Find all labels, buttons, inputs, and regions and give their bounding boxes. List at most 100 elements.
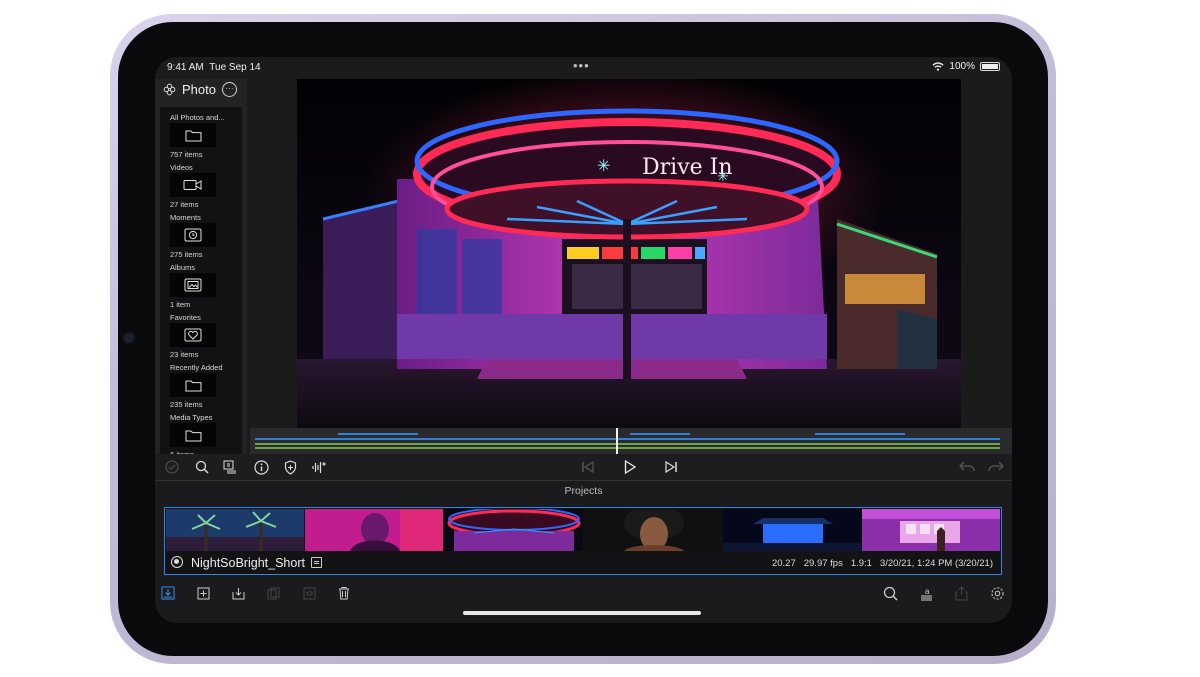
- thumbnail-building-pink: [861, 509, 1002, 551]
- checkmark-button[interactable]: [163, 458, 181, 476]
- project-dates: 3/20/21, 1:24 PM (3/20/21): [879, 558, 993, 569]
- folder-icon: [185, 130, 201, 141]
- sidebar-item-all-photos[interactable]: All Photos and... 757 items: [170, 113, 240, 161]
- search-icon: [195, 460, 209, 474]
- drive-in-video-frame: Drive In ✳ ✳: [297, 79, 961, 428]
- sidebar-header: Photo ···: [163, 82, 237, 97]
- divider: [155, 480, 1012, 481]
- project-card[interactable]: NightSoBright_Short 20.27 29.97 fps 1.9:…: [164, 507, 1002, 575]
- notes-icon[interactable]: [311, 557, 322, 568]
- sidebar-item-favorites[interactable]: Favorites 23 items: [170, 313, 240, 361]
- sidebar-item-albums[interactable]: Albums 1 item: [170, 263, 240, 311]
- sidebar-item-moments[interactable]: Moments 275 items: [170, 213, 240, 261]
- play-icon: [624, 460, 636, 474]
- project-name: NightSoBright_Short: [191, 556, 305, 570]
- search-button[interactable]: [193, 458, 211, 476]
- search-icon: [883, 586, 898, 601]
- skip-back-icon: [582, 461, 594, 473]
- project-aspect: 1.9:1: [850, 558, 872, 569]
- settings-button[interactable]: [989, 585, 1005, 601]
- home-indicator[interactable]: [463, 611, 701, 615]
- gear-icon: [990, 586, 1004, 600]
- list-icon: [223, 460, 236, 474]
- sign-star-icon: ✳: [717, 168, 729, 184]
- status-right: 100%: [932, 61, 1000, 72]
- folder-icon: [185, 380, 201, 391]
- download-icon: [232, 587, 244, 599]
- plus-square-icon: [197, 587, 209, 599]
- share-icon: [955, 585, 967, 600]
- archive-icon: [303, 587, 315, 599]
- duplicate-button[interactable]: [265, 585, 281, 601]
- info-icon: [253, 459, 269, 475]
- wifi-icon: [932, 62, 944, 71]
- sidebar-item-videos[interactable]: Videos 27 items: [170, 163, 240, 211]
- undo-button[interactable]: [958, 458, 976, 476]
- album-icon: [184, 278, 202, 292]
- list-view-button[interactable]: [221, 458, 239, 476]
- status-bar: 9:41 AM Tue Sep 14 ••• 100%: [155, 57, 1012, 79]
- project-select-radio[interactable]: [171, 556, 183, 568]
- share-button[interactable]: [953, 585, 969, 601]
- video-viewer[interactable]: Drive In ✳ ✳: [250, 79, 1012, 428]
- audio-effect-button[interactable]: [310, 458, 328, 476]
- info-button[interactable]: [252, 458, 270, 476]
- delete-button[interactable]: [336, 585, 352, 601]
- photos-flower-icon: [163, 83, 176, 96]
- thumbnail-palm-trees: [166, 509, 306, 551]
- sidebar-item-recently-added[interactable]: Recently Added 235 items: [170, 363, 240, 411]
- import-icon: [161, 586, 175, 600]
- folder-icon: [185, 430, 201, 441]
- thumbnail-drive-in: [444, 509, 584, 551]
- video-icon: [183, 180, 202, 190]
- skip-forward-icon: [665, 461, 677, 473]
- more-options-button[interactable]: ···: [221, 82, 237, 97]
- play-button[interactable]: [621, 458, 639, 476]
- sort-icon: a: [920, 587, 932, 600]
- import-media-button[interactable]: [160, 585, 176, 601]
- drive-in-illustration: Drive In ✳ ✳: [297, 79, 961, 428]
- player-controls: [155, 454, 1012, 480]
- sort-button[interactable]: a: [918, 585, 934, 601]
- library-list: All Photos and... 757 items Videos 27 it…: [160, 107, 242, 459]
- shield-button[interactable]: [281, 458, 299, 476]
- redo-button[interactable]: [987, 458, 1005, 476]
- battery-percent: 100%: [949, 61, 975, 72]
- undo-icon: [959, 461, 975, 472]
- skip-forward-button[interactable]: [662, 458, 680, 476]
- project-fps: 29.97 fps: [803, 558, 843, 569]
- waveform-plus-icon: [311, 462, 326, 473]
- timeline-scrubber[interactable]: [250, 428, 1012, 454]
- skip-back-button[interactable]: [579, 458, 597, 476]
- redo-icon: [988, 461, 1004, 472]
- projects-heading: Projects: [564, 485, 603, 497]
- status-time: 9:41 AM Tue Sep 14: [167, 62, 261, 73]
- project-filmstrip: [166, 509, 1002, 551]
- bottom-toolbar: a: [155, 580, 1012, 606]
- sidebar-title: Photo: [182, 82, 216, 97]
- archive-button[interactable]: [301, 585, 317, 601]
- front-camera: [124, 333, 134, 343]
- shield-plus-icon: [284, 459, 296, 475]
- checkmark-circle-icon: [165, 460, 179, 474]
- project-metadata: 20.27 29.97 fps 1.9:1 3/20/21, 1:24 PM (…: [772, 558, 993, 569]
- project-info-row: NightSoBright_Short 20.27 29.97 fps 1.9:…: [165, 552, 1001, 574]
- download-button[interactable]: [230, 585, 246, 601]
- playhead[interactable]: [616, 428, 618, 454]
- heart-icon: [184, 328, 202, 342]
- search-projects-button[interactable]: [882, 585, 898, 601]
- duplicate-icon: [267, 587, 279, 599]
- battery-icon: [980, 62, 1000, 71]
- multitasking-dots[interactable]: •••: [573, 58, 590, 73]
- project-duration: 20.27: [771, 558, 796, 569]
- thumbnail-portrait-face: [583, 509, 723, 551]
- thumbnail-portrait-pink: [305, 509, 445, 551]
- clock-icon: [184, 228, 202, 242]
- sidebar: Photo ··· All Photos and... 757 items Vi…: [155, 79, 247, 461]
- new-project-button[interactable]: [195, 585, 211, 601]
- thumbnail-night-blue: [722, 509, 862, 551]
- app-screen: 9:41 AM Tue Sep 14 ••• 100% Photo ··· Al…: [155, 57, 1012, 623]
- trash-icon: [339, 587, 349, 600]
- sign-star-icon: ✳: [597, 158, 610, 175]
- svg-text:a: a: [925, 587, 930, 596]
